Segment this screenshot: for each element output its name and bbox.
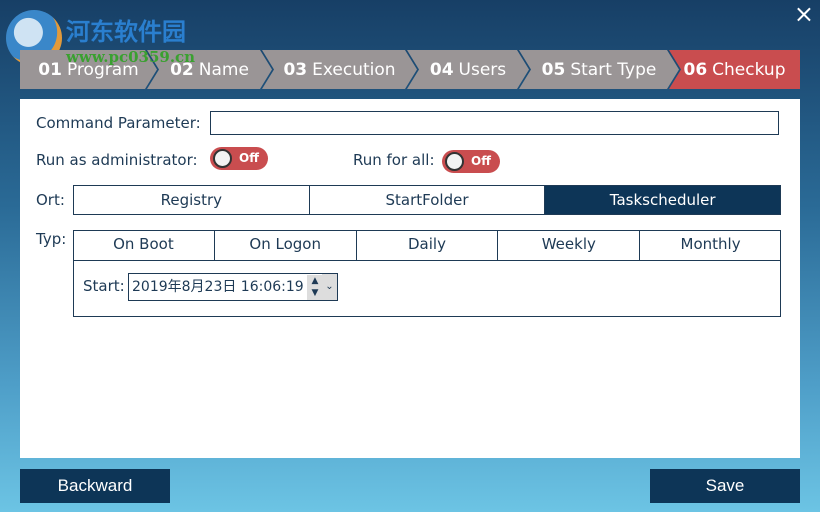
command-parameter-label: Command Parameter: xyxy=(36,114,201,132)
spin-down-icon[interactable]: ▼ xyxy=(307,287,323,299)
typ-daily[interactable]: Daily xyxy=(357,230,499,260)
typ-monthly[interactable]: Monthly xyxy=(640,230,781,260)
step-label: Start Type xyxy=(570,59,657,80)
brand-name: 河东软件园 xyxy=(66,17,186,46)
ort-registry[interactable]: Registry xyxy=(74,186,310,214)
start-label: Start: xyxy=(83,277,125,295)
ort-taskscheduler[interactable]: Taskscheduler xyxy=(545,186,781,214)
step-label: Execution xyxy=(312,59,396,80)
schedule-box: On Boot On Logon Daily Weekly Monthly St… xyxy=(73,230,781,317)
ort-label: Ort: xyxy=(36,191,65,209)
brand-url: www.pc0359.cn xyxy=(66,48,196,66)
step-label: Name xyxy=(198,59,249,80)
step-num: 01 xyxy=(38,59,62,80)
spin-up-icon[interactable]: ▲ xyxy=(307,275,323,287)
step-users[interactable]: 04 Users xyxy=(407,50,529,89)
start-datetime-value: 2019年8月23日 16:06:19 xyxy=(132,279,304,295)
backward-button[interactable]: Backward xyxy=(20,469,170,503)
step-label: Users xyxy=(458,59,507,80)
step-num: 04 xyxy=(429,59,454,80)
toggle-state: Off xyxy=(471,154,491,168)
typ-on-boot[interactable]: On Boot xyxy=(73,230,215,260)
toggle-state: Off xyxy=(239,151,259,165)
toggle-knob xyxy=(445,152,464,171)
spin-buttons[interactable]: ▲ ▼ xyxy=(307,275,323,300)
typ-selector: On Boot On Logon Daily Weekly Monthly xyxy=(73,230,781,261)
ort-selector: Registry StartFolder Taskscheduler xyxy=(73,185,781,215)
typ-on-logon[interactable]: On Logon xyxy=(215,230,357,260)
step-checkup[interactable]: 06 Checkup xyxy=(669,50,800,89)
ort-startfolder[interactable]: StartFolder xyxy=(310,186,546,214)
step-num: 05 xyxy=(541,59,566,80)
step-label: Checkup xyxy=(712,59,786,80)
start-datetime-picker[interactable]: 2019年8月23日 16:06:19 ▲ ▼ ⌄ xyxy=(128,273,338,301)
step-num: 06 xyxy=(683,59,708,80)
command-parameter-input[interactable] xyxy=(210,111,779,135)
typ-label: Typ: xyxy=(36,230,67,248)
close-icon[interactable]: × xyxy=(794,0,814,28)
dropdown-chevron-icon[interactable]: ⌄ xyxy=(322,274,337,300)
toggle-knob xyxy=(213,149,232,168)
run-as-admin-label: Run as administrator: xyxy=(36,151,198,169)
run-for-all-toggle[interactable]: Off xyxy=(442,150,500,173)
step-execution[interactable]: 03 Execution xyxy=(262,50,417,89)
run-as-admin-toggle[interactable]: Off xyxy=(210,147,268,170)
form-panel: Command Parameter: Run as administrator:… xyxy=(20,99,800,458)
typ-weekly[interactable]: Weekly xyxy=(498,230,641,260)
run-for-all-label: Run for all: xyxy=(353,151,435,169)
save-button[interactable]: Save xyxy=(650,469,800,503)
step-num: 03 xyxy=(283,59,308,80)
step-start-type[interactable]: 05 Start Type xyxy=(519,50,679,89)
